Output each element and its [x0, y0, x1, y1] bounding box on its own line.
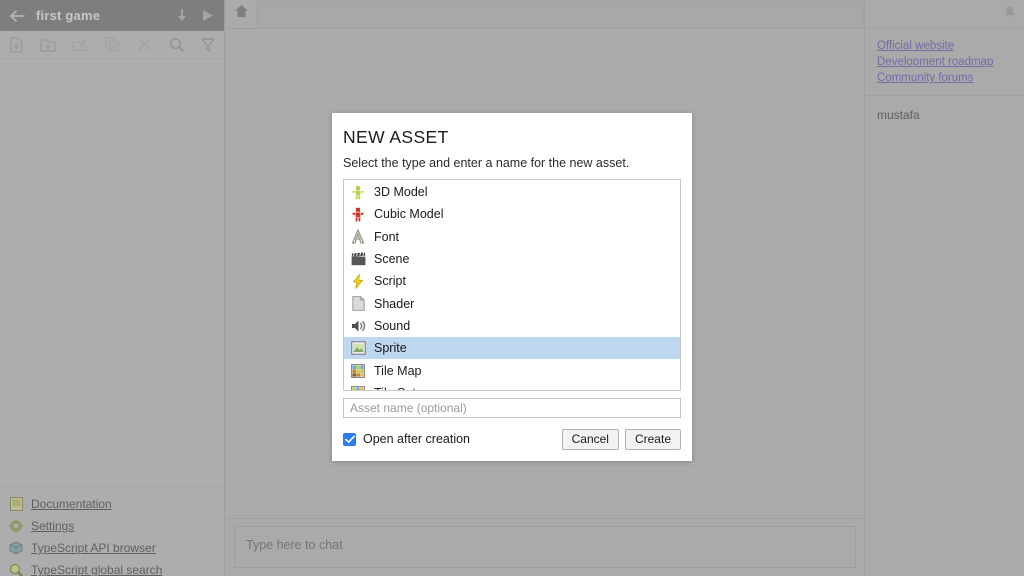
dialog-subtitle: Select the type and enter a name for the… — [343, 156, 630, 170]
filter-icon[interactable] — [192, 31, 224, 59]
supowers-game-editor-window: first game Documentation Settings TypeSc… — [0, 0, 1024, 576]
model-3d-icon — [350, 184, 366, 200]
rename-pencil-icon[interactable] — [64, 31, 96, 59]
link-label: TypeScript global search — [31, 563, 163, 576]
user-name: mustafa — [877, 108, 920, 122]
link-official-website[interactable]: Official website — [877, 39, 1024, 54]
project-bar: first game — [0, 0, 224, 31]
dialog-button-group: Cancel Create — [561, 428, 681, 450]
asset-type-label: Scene — [374, 252, 410, 267]
speaker-icon — [350, 318, 366, 334]
checkbox-checked-icon — [343, 432, 356, 446]
close-x-icon[interactable] — [128, 31, 160, 59]
asset-type-option-shader[interactable]: Shader — [344, 292, 680, 314]
asset-type-label: Tile Set — [374, 386, 416, 390]
cancel-button[interactable]: Cancel — [561, 428, 619, 450]
image-picture-icon — [350, 340, 366, 356]
asset-type-label: Cubic Model — [374, 207, 444, 222]
link-typescript-global-search[interactable]: TypeScript global search — [6, 559, 224, 576]
search-icon[interactable] — [160, 31, 192, 59]
right-panel: Official website Development roadmap Com… — [864, 0, 1024, 576]
asset-type-option-sprite[interactable]: Sprite — [344, 337, 680, 360]
asset-type-option-sound[interactable]: Sound — [344, 315, 680, 337]
asset-type-list[interactable]: 3D Model Cubic Model Font Scene Script S… — [343, 179, 681, 391]
asset-type-option-tile-map[interactable]: Tile Map — [344, 359, 680, 381]
asset-type-option-script[interactable]: Script — [344, 270, 680, 292]
tile-set-grid-icon — [350, 385, 366, 390]
asset-type-option-tile-set[interactable]: Tile Set — [344, 382, 680, 390]
asset-type-option-3d-model[interactable]: 3D Model — [344, 181, 680, 203]
asset-type-label: Tile Map — [374, 363, 422, 378]
cubic-model-icon — [350, 206, 366, 222]
asset-type-label: Sound — [374, 318, 411, 333]
link-development-roadmap[interactable]: Development roadmap — [877, 55, 1024, 70]
tile-map-grid-icon — [350, 363, 366, 379]
font-a-icon — [350, 229, 366, 245]
asset-type-label: Sprite — [374, 341, 407, 356]
chat-input[interactable] — [234, 526, 856, 568]
link-label: Documentation — [31, 497, 112, 511]
link-community-forums[interactable]: Community forums — [877, 71, 1024, 86]
new-folder-icon[interactable] — [32, 31, 64, 59]
duplicate-icon[interactable] — [96, 31, 128, 59]
play-icon[interactable] — [200, 8, 216, 24]
right-panel-header — [865, 0, 1024, 29]
dialog-title: NEW ASSET — [343, 127, 449, 147]
project-name: first game — [36, 8, 101, 23]
clapperboard-icon — [350, 251, 366, 267]
link-label: Settings — [31, 519, 75, 533]
magnifier-icon — [8, 562, 24, 576]
asset-tree-panel[interactable] — [0, 60, 224, 486]
tab-active[interactable] — [258, 3, 864, 28]
bell-icon[interactable] — [1003, 5, 1016, 24]
asset-type-label: Shader — [374, 296, 415, 311]
left-bottom-links: Documentation Settings TypeScript API br… — [0, 486, 224, 576]
asset-type-label: Font — [374, 229, 400, 244]
asset-type-label: Script — [374, 274, 406, 289]
dialog-footer: Open after creation Cancel Create — [343, 428, 681, 450]
link-documentation[interactable]: Documentation — [6, 493, 224, 515]
cube-icon — [8, 540, 24, 556]
tab-home[interactable] — [226, 0, 256, 28]
asset-type-option-font[interactable]: Font — [344, 226, 680, 248]
lightning-bolt-icon — [350, 273, 366, 289]
new-asset-dialog: NEW ASSET Select the type and enter a na… — [332, 113, 692, 461]
back-arrow-icon[interactable] — [8, 7, 26, 25]
asset-toolbar — [0, 31, 224, 59]
home-icon — [234, 4, 249, 23]
download-icon[interactable] — [174, 8, 190, 24]
asset-name-input[interactable] — [343, 398, 681, 418]
book-icon — [8, 496, 24, 512]
open-after-creation-checkbox[interactable]: Open after creation — [343, 432, 470, 446]
asset-type-option-cubic-model[interactable]: Cubic Model — [344, 203, 680, 225]
asset-type-label: 3D Model — [374, 185, 428, 200]
new-file-icon[interactable] — [0, 31, 32, 59]
left-panel: first game Documentation Settings TypeSc… — [0, 0, 225, 576]
gear-icon — [8, 518, 24, 534]
link-typescript-api-browser[interactable]: TypeScript API browser — [6, 537, 224, 559]
create-button[interactable]: Create — [624, 428, 681, 450]
chat-area — [226, 518, 864, 576]
link-label: TypeScript API browser — [31, 541, 156, 555]
link-settings[interactable]: Settings — [6, 515, 224, 537]
tab-strip — [226, 0, 864, 29]
open-after-creation-label: Open after creation — [363, 432, 471, 446]
right-links: Official website Development roadmap Com… — [865, 29, 1024, 96]
asset-type-option-scene[interactable]: Scene — [344, 248, 680, 270]
document-page-icon — [350, 296, 366, 312]
